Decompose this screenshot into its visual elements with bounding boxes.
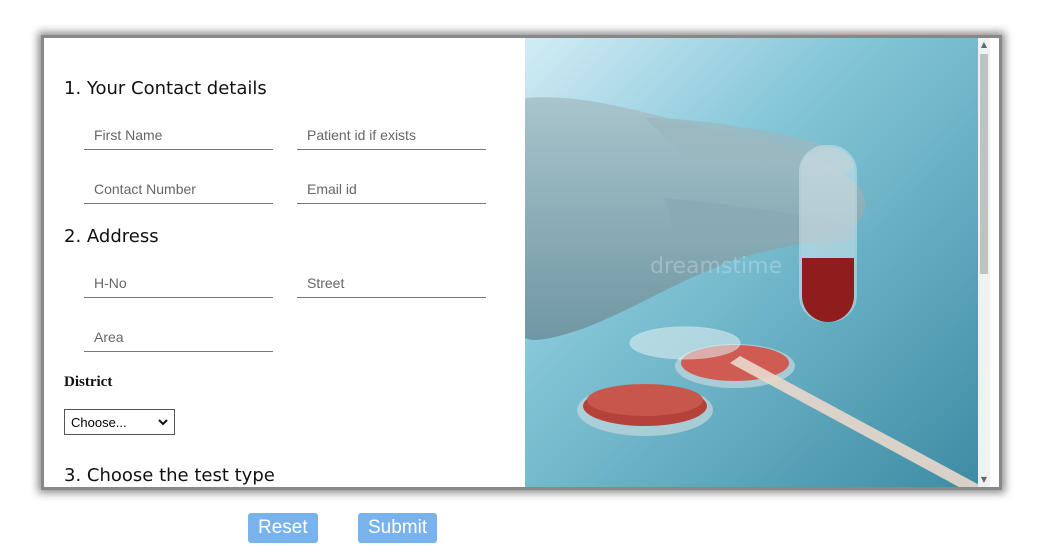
scroll-up-icon[interactable]: ▲: [978, 38, 990, 52]
district-label: District: [64, 374, 113, 390]
email-input[interactable]: [297, 174, 486, 204]
watermark-text: dreamstime: [650, 254, 782, 279]
lab-photo-illustration: dreamstime: [525, 38, 990, 487]
section-test-type-title: 3. Choose the test type: [64, 465, 275, 486]
section-address-title: 2. Address: [64, 226, 159, 247]
area-input[interactable]: [84, 322, 273, 352]
first-name-input[interactable]: [84, 120, 273, 150]
chevron-down-icon: [158, 418, 168, 425]
contact-number-input[interactable]: [84, 174, 273, 204]
scroll-down-icon[interactable]: ▼: [978, 473, 990, 487]
lab-photo: dreamstime ▲ ▼: [525, 38, 990, 487]
form-pane: 1. Your Contact details 2. Address Distr…: [44, 38, 525, 487]
form-window: 1. Your Contact details 2. Address Distr…: [41, 35, 1002, 490]
district-select-value: Choose...: [71, 414, 127, 430]
submit-button[interactable]: Submit: [358, 513, 438, 543]
scroll-thumb[interactable]: [980, 54, 988, 274]
street-input[interactable]: [297, 268, 486, 298]
scrollbar[interactable]: ▲ ▼: [978, 38, 990, 487]
section-contact-title: 1. Your Contact details: [64, 78, 267, 99]
hno-input[interactable]: [84, 268, 273, 298]
district-select[interactable]: Choose...: [64, 409, 175, 435]
patient-id-input[interactable]: [297, 120, 486, 150]
reset-button[interactable]: Reset: [248, 513, 318, 543]
